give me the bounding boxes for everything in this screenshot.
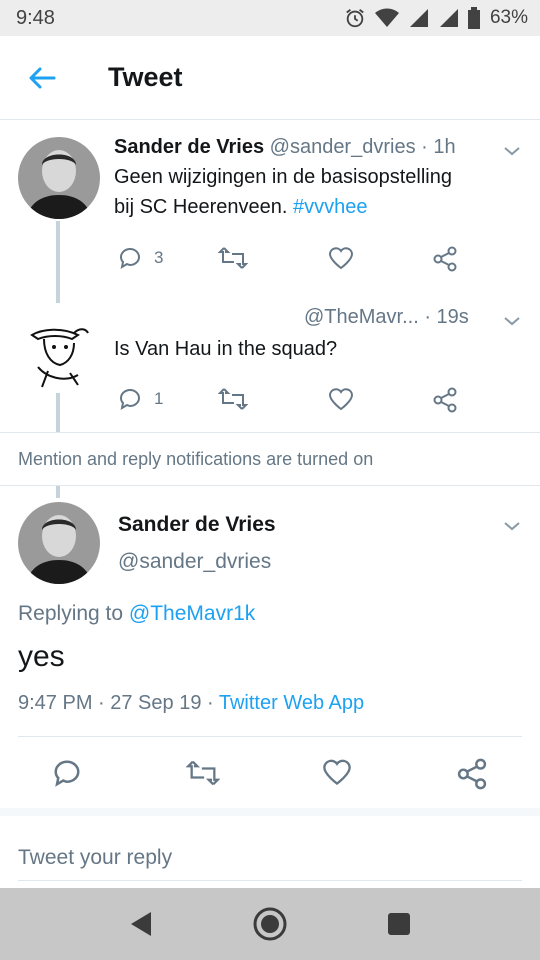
alarm-icon (346, 9, 364, 28)
app-bar: Tweet (0, 36, 540, 120)
wifi-icon (374, 8, 399, 27)
chevron-down-icon[interactable] (500, 139, 524, 163)
mention-link[interactable]: @TheMavr1k (129, 602, 255, 625)
avatar[interactable] (18, 137, 100, 219)
recents-square-icon (388, 913, 410, 935)
signal-icon (439, 9, 458, 27)
signal-icon (409, 9, 428, 27)
retweet-button[interactable] (218, 246, 248, 270)
share-icon (433, 387, 457, 413)
reply-input[interactable] (18, 846, 522, 881)
nav-home-button[interactable] (252, 906, 288, 942)
reply-count: 3 (154, 248, 164, 267)
back-arrow-icon (29, 67, 56, 88)
chevron-down-icon[interactable] (500, 514, 524, 538)
share-icon (433, 246, 457, 272)
status-time: 9:48 (16, 6, 55, 29)
author-handle[interactable]: @sander_dvries (118, 550, 271, 574)
back-triangle-icon (131, 912, 151, 936)
thread-line (56, 486, 60, 498)
author-name[interactable]: Sander de Vries (118, 513, 276, 537)
retweet-icon (218, 388, 248, 410)
thread-tweet[interactable]: @TheMavr... · 19s Is Van Hau in the squa… (0, 281, 540, 432)
source-link[interactable]: Twitter Web App (219, 692, 364, 714)
tweet-age: · 19s (424, 306, 469, 328)
tweet-timestamp: 9:47 PM · 27 Sep 19 · (18, 692, 219, 714)
notification-banner: Mention and reply notifications are turn… (0, 432, 540, 486)
reply-icon[interactable] (52, 758, 82, 788)
divider (18, 736, 522, 737)
tweet-text-span: bij SC Heerenveen. (114, 196, 293, 218)
like-icon (328, 247, 354, 270)
replying-to: Replying to @TheMavr1k (18, 602, 255, 626)
focus-tweet-actions (0, 746, 540, 806)
retweet-icon (218, 247, 248, 269)
thread-line (56, 393, 60, 432)
like-icon (328, 388, 354, 411)
tweet-meta: 9:47 PM · 27 Sep 19 · Twitter Web App (18, 692, 364, 715)
like-icon[interactable] (322, 758, 352, 786)
avatar[interactable] (18, 502, 100, 584)
tweet-header: @TheMavr... · 19s (304, 306, 469, 329)
reply-icon (119, 388, 140, 411)
thread-line (56, 281, 60, 303)
hashtag-link[interactable]: #vvvhee (293, 196, 368, 218)
page-title: Tweet (108, 62, 183, 92)
author-handle[interactable]: @TheMavr... (304, 306, 419, 328)
retweet-icon[interactable] (186, 758, 220, 788)
tweet-text-line: Geen wijzigingen in de basisopstelling (114, 166, 452, 188)
nav-recents-button[interactable] (381, 906, 417, 942)
reply-icon (119, 247, 140, 270)
thread-tweet[interactable]: Sander de Vries @sander_dvries · 1h Geen… (0, 121, 540, 283)
tweet-actions: 3 (114, 246, 494, 276)
replying-prefix: Replying to (18, 602, 129, 625)
like-button[interactable] (328, 387, 354, 411)
avatar[interactable] (18, 309, 100, 391)
share-icon[interactable] (456, 758, 488, 790)
share-button[interactable] (432, 246, 458, 272)
tweet-age: · 1h (421, 136, 456, 158)
share-button[interactable] (432, 387, 458, 413)
like-button[interactable] (328, 246, 354, 270)
system-nav-bar (0, 888, 540, 960)
battery-icon (467, 7, 480, 29)
notification-text: Mention and reply notifications are turn… (18, 448, 374, 469)
status-icons: 63% (344, 7, 528, 29)
tweet-text: Is Van Hau in the squad? (114, 338, 338, 360)
back-button[interactable] (0, 36, 84, 120)
battery-percent: 63% (489, 7, 528, 28)
reply-button[interactable]: 1 (118, 387, 163, 411)
reply-button[interactable]: 3 (118, 246, 163, 270)
tweet-text-line: bij SC Heerenveen. #vvvhee (114, 192, 514, 222)
reply-composer (0, 808, 540, 890)
tweet-header: Sander de Vries @sander_dvries · 1h (114, 136, 456, 159)
home-circle-icon (253, 907, 287, 941)
status-bar: 9:48 63% (0, 0, 540, 36)
tweet-text: Geen wijzigingen in de basisopstelling b… (114, 162, 514, 222)
tweet-actions: 1 (114, 387, 494, 417)
reply-count: 1 (154, 389, 164, 408)
retweet-button[interactable] (218, 387, 248, 411)
nav-back-button[interactable] (122, 906, 158, 942)
tweet-text: yes (18, 640, 65, 673)
author-handle[interactable]: @sander_dvries (270, 136, 416, 158)
author-name[interactable]: Sander de Vries (114, 136, 264, 158)
chevron-down-icon[interactable] (500, 309, 524, 333)
thread-line (56, 221, 60, 283)
